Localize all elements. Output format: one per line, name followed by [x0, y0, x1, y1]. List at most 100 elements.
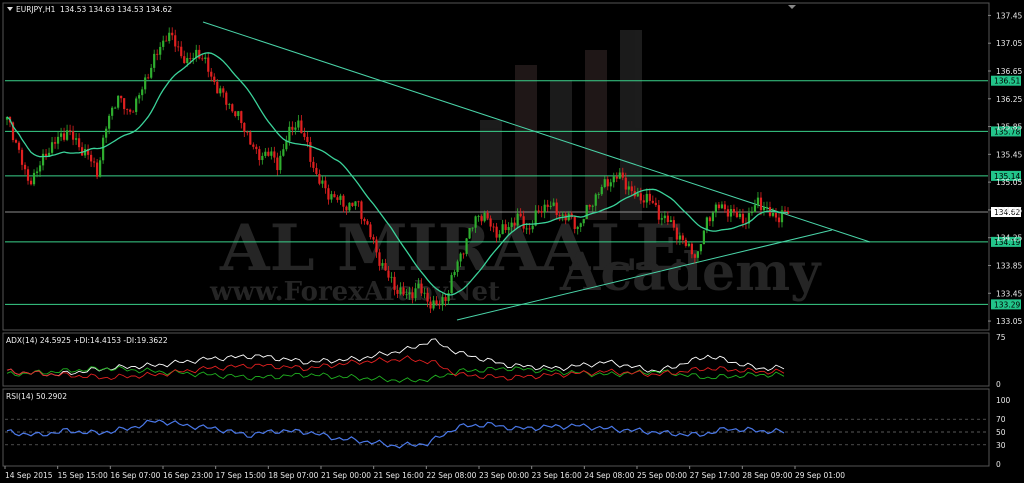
- candle-body: [339, 195, 342, 200]
- candle-body: [561, 214, 564, 216]
- time-tick-label: 16 Sep 23:00: [163, 471, 213, 480]
- candle-body: [630, 186, 633, 192]
- candle-body: [531, 225, 534, 230]
- candle-body: [783, 210, 787, 212]
- candle-body: [279, 155, 282, 171]
- candle-body: [62, 133, 66, 140]
- candle-body: [384, 263, 387, 271]
- candle-body: [537, 210, 540, 212]
- candle-body: [174, 35, 177, 47]
- candle-body: [429, 301, 432, 309]
- candle-body: [345, 206, 348, 211]
- candle-body: [435, 300, 438, 305]
- candle-body: [183, 56, 186, 64]
- time-axis: 14 Sep 2015 15 Sep 15:00 16 Sep 07:00 16 Se…: [4, 466, 845, 480]
- candle-body: [336, 197, 339, 200]
- candle-body: [35, 171, 39, 173]
- price-level-label: 136.51: [994, 77, 1020, 86]
- price-tick-label: 137.05: [996, 39, 1022, 48]
- candle-body: [126, 109, 129, 110]
- candle-body: [291, 126, 294, 130]
- candle-body: [618, 172, 621, 179]
- adx-header: ADX(14) 24.5925 +DI:14.4153 -DI:19.3622: [6, 336, 168, 345]
- candle-body: [690, 243, 693, 255]
- candle-body: [159, 46, 162, 55]
- candle-body: [129, 109, 132, 112]
- candle-body: [411, 292, 414, 299]
- candle-body: [369, 224, 372, 238]
- candle-body: [300, 120, 303, 134]
- candle-body: [216, 81, 219, 94]
- adx-tick-label: 75: [996, 333, 1006, 342]
- candle-body: [723, 204, 727, 210]
- candle-body: [360, 201, 363, 219]
- candle-body: [267, 151, 270, 156]
- candle-body: [597, 194, 600, 195]
- candle-body: [399, 287, 402, 294]
- candle-body: [354, 201, 357, 206]
- candle-body: [50, 142, 54, 153]
- rsi-axis: 100 70 50 30 0: [996, 396, 1011, 469]
- time-tick-label: 21 Sep 16:00: [374, 471, 424, 480]
- chart-canvas[interactable]: AL MIRAALE Academy www.ForexArabyNet 136…: [0, 0, 1024, 483]
- candle-body: [441, 297, 444, 306]
- price-tick-label: 136.65: [996, 67, 1022, 76]
- price-tick-label: 135.45: [996, 150, 1022, 159]
- candle-body: [303, 133, 306, 137]
- candle-body: [738, 213, 742, 218]
- price-tick-label: 134.25: [996, 234, 1022, 243]
- candle-body: [231, 104, 234, 112]
- candle-body: [555, 202, 558, 216]
- candle-body: [477, 216, 480, 217]
- adx-tick-label: 0: [996, 380, 1001, 389]
- candle-body: [114, 107, 117, 109]
- candle-body: [726, 209, 730, 217]
- candle-body: [150, 67, 153, 78]
- candle-body: [26, 169, 30, 181]
- candle-body: [117, 95, 120, 108]
- candle-body: [318, 173, 321, 184]
- candle-body: [90, 154, 93, 162]
- candle-body: [93, 161, 96, 163]
- candle-body: [456, 261, 459, 272]
- candle-body: [306, 136, 309, 143]
- candle-body: [186, 57, 189, 64]
- candle-body: [654, 202, 657, 206]
- candle-body: [540, 211, 543, 213]
- candle-body: [483, 212, 486, 222]
- candle-body: [210, 71, 213, 77]
- candle-body: [612, 176, 615, 183]
- time-tick-label: 15 Sep 15:00: [58, 471, 108, 480]
- candle-body: [588, 204, 591, 207]
- candle-body: [65, 130, 69, 140]
- candle-body: [486, 212, 489, 219]
- candle-body: [381, 263, 384, 266]
- dropdown-icon[interactable]: [7, 7, 13, 11]
- candle-body: [366, 221, 369, 225]
- candle-body: [68, 130, 72, 132]
- candle-body: [264, 151, 267, 156]
- candle-body: [387, 270, 390, 278]
- candle-body: [666, 215, 669, 223]
- candle-body: [504, 224, 507, 231]
- shift-marker-icon[interactable]: [788, 5, 796, 9]
- candle-body: [471, 227, 474, 229]
- time-tick-label: 24 Sep 08:00: [584, 471, 634, 480]
- ohlc-label: 134.53 134.63 134.53 134.62: [60, 5, 172, 14]
- symbol-label: EURJPY,H1: [16, 5, 56, 14]
- candle-body: [426, 292, 429, 302]
- time-tick-label: 23 Sep 16:00: [532, 471, 582, 480]
- candle-body: [678, 235, 681, 240]
- candle-body: [270, 151, 273, 156]
- candle-body: [153, 53, 156, 68]
- candle-body: [672, 220, 675, 228]
- candle-body: [582, 218, 585, 224]
- candle-body: [228, 104, 231, 106]
- candle-body: [759, 197, 763, 211]
- candle-body: [663, 215, 666, 219]
- candle-body: [38, 165, 42, 172]
- candle-body: [321, 180, 324, 184]
- candle-body: [501, 224, 504, 235]
- candle-body: [402, 287, 405, 295]
- candle-body: [198, 49, 201, 59]
